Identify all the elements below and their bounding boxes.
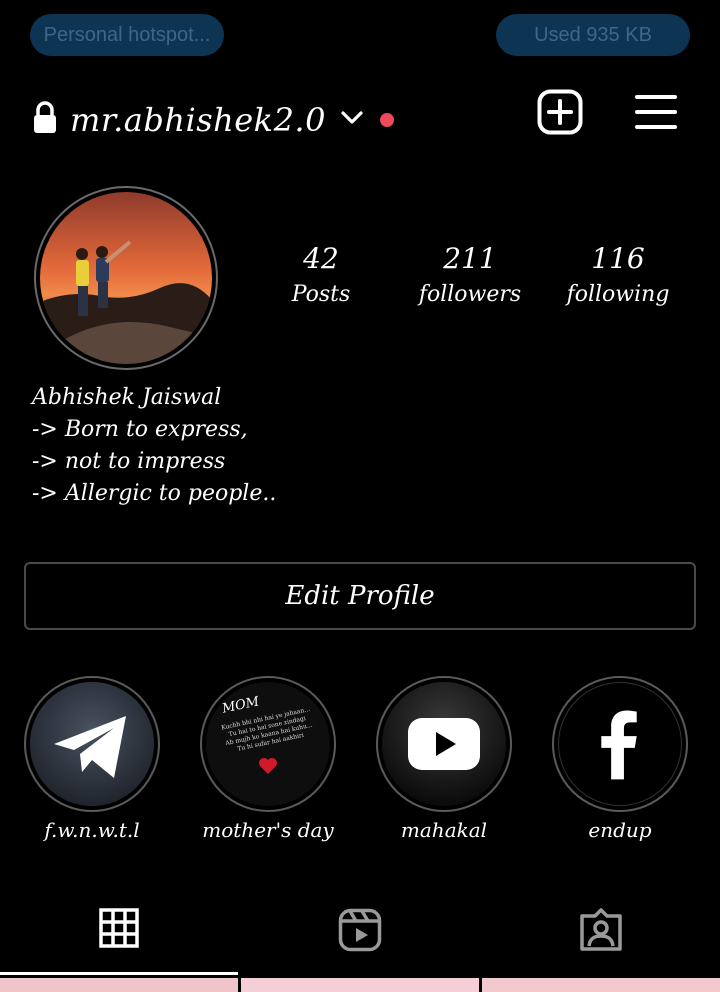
followers-count: 211 (443, 242, 497, 275)
profile-avatar[interactable] (34, 186, 218, 370)
profile-header: mr.abhishek2.0 (30, 90, 394, 150)
post-thumbnail[interactable] (482, 978, 720, 992)
tagged-icon[interactable] (579, 908, 623, 956)
username[interactable]: mr.abhishek2.0 (70, 101, 326, 139)
bio-line: -> not to impress (32, 449, 226, 474)
active-tab-indicator (0, 972, 238, 975)
profile-tabs (0, 890, 720, 974)
posts-count: 42 (303, 242, 339, 275)
following-count: 116 (591, 242, 645, 275)
story-highlight[interactable]: endup (550, 676, 690, 842)
heart-icon (258, 757, 278, 779)
followers-label: followers (418, 282, 522, 307)
story-highlight[interactable]: MOM Kuchh bhi nhi hai ye jahaan... Tu ha… (198, 676, 338, 842)
notification-dot (379, 113, 394, 127)
display-name: Abhishek Jaiswal (32, 385, 222, 410)
post-grid (0, 978, 720, 992)
highlight-label: endup (588, 818, 652, 842)
story-highlight[interactable]: mahakal (374, 676, 514, 842)
stat-followers[interactable]: 211 followers (395, 240, 545, 310)
reels-icon[interactable] (338, 908, 382, 956)
post-thumbnail[interactable] (0, 978, 238, 992)
lock-icon (30, 101, 60, 139)
plus-square-icon[interactable] (537, 89, 583, 139)
story-highlight[interactable]: f.w.n.w.t.l (22, 676, 162, 842)
chevron-down-icon[interactable] (340, 110, 364, 130)
posts-label: Posts (291, 282, 351, 307)
grid-icon[interactable] (99, 908, 139, 952)
highlight-label: mahakal (400, 818, 488, 842)
highlight-ring (376, 676, 512, 812)
hamburger-icon[interactable] (635, 94, 677, 134)
following-label: following (566, 282, 670, 307)
bio-line: -> Born to express, (32, 417, 248, 442)
data-usage-label: Used 935 KB (534, 23, 652, 46)
highlight-label: f.w.n.w.t.l (44, 818, 140, 842)
stat-following[interactable]: 116 following (543, 240, 693, 310)
edit-profile-button[interactable]: Edit Profile (24, 562, 696, 630)
highlight-ring (552, 676, 688, 812)
facebook-icon (558, 682, 682, 806)
hotspot-pill[interactable]: Personal hotspot... (30, 14, 224, 56)
hotspot-label: Personal hotspot... (43, 23, 211, 46)
mom-quote-image: MOM Kuchh bhi nhi hai ye jahaan... Tu ha… (206, 682, 330, 806)
youtube-icon (382, 682, 506, 806)
stat-posts[interactable]: 42 Posts (246, 240, 396, 310)
highlight-label: mother's day (202, 818, 334, 842)
bio-line: -> Allergic to people.. (32, 481, 277, 506)
avatar-photo (40, 192, 212, 364)
mom-overlay: MOM (220, 694, 261, 717)
telegram-icon (30, 682, 154, 806)
data-usage-pill[interactable]: Used 935 KB (496, 14, 690, 56)
post-thumbnail[interactable] (241, 978, 479, 992)
highlight-ring: MOM Kuchh bhi nhi hai ye jahaan... Tu ha… (200, 676, 336, 812)
profile-bio: Abhishek Jaiswal -> Born to express, -> … (32, 382, 276, 510)
highlight-ring (24, 676, 160, 812)
